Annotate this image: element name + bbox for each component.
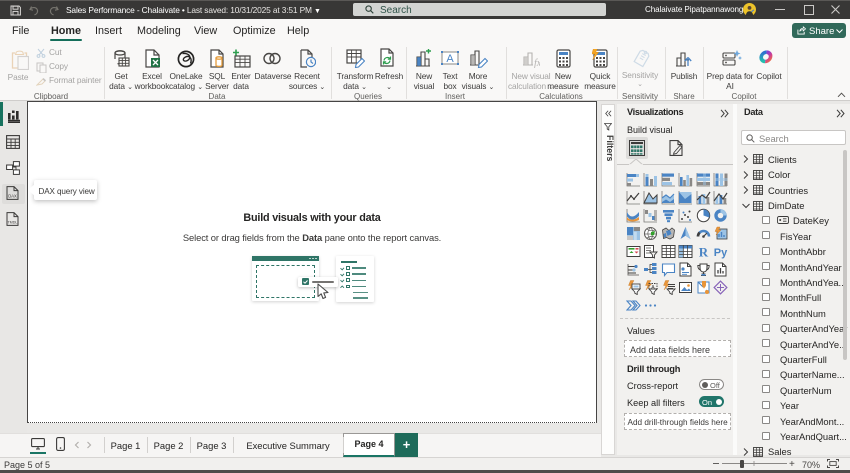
svg-text:DAX: DAX [8,194,17,199]
svg-text:TMDL: TMDL [8,221,18,225]
svg-text:Py: Py [714,247,728,259]
svg-text:A: A [446,53,454,65]
svg-text:R: R [698,245,708,260]
svg-text:fx: fx [534,58,540,68]
